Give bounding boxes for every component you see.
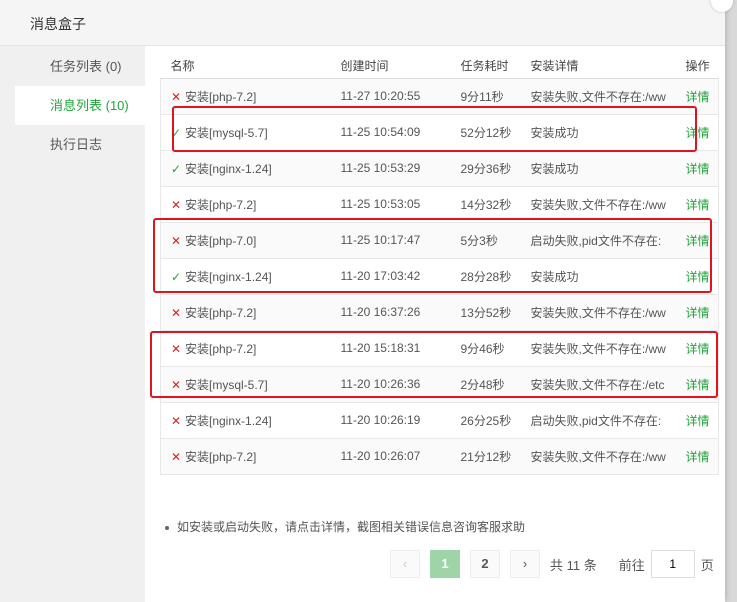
action-cell: 详情 — [675, 438, 719, 475]
page-suffix: 页 — [700, 557, 714, 573]
detail-link[interactable]: 详情 — [686, 90, 710, 104]
column-header-detail: 安装详情 — [520, 46, 676, 79]
prev-page-button[interactable]: ‹ — [390, 550, 420, 578]
created-time-cell: 11-20 10:26:07 — [330, 438, 451, 475]
page-button-1[interactable]: 1 — [430, 550, 460, 578]
task-name: 安装[nginx-1.24] — [185, 413, 272, 428]
detail-link[interactable]: 详情 — [686, 198, 710, 212]
table-header-row: 名称 创建时间 任务耗时 安装详情 操作 — [160, 46, 719, 79]
action-cell: 详情 — [675, 294, 719, 331]
column-header-duration: 任务耗时 — [450, 46, 521, 79]
pagination: ‹ 1 2 › 共 11 条 前往 页 — [390, 550, 720, 578]
success-icon: ✓ — [171, 161, 182, 176]
table-row: ✓ 安装[nginx-1.24] 11-25 10:53:29 29分36秒 安装成功详… — [160, 150, 719, 187]
duration-cell: 29分36秒 — [450, 150, 521, 187]
detail-link[interactable]: 详情 — [686, 306, 710, 320]
created-time-cell: 11-25 10:53:05 — [330, 186, 451, 223]
action-cell: 详情 — [675, 150, 719, 187]
help-note: 如安装或启动失败，请点击详情，截图相关错误信息咨询客服求助 — [165, 518, 525, 535]
task-name: 安装[php-7.2] — [185, 305, 257, 320]
sidebar-item-tasks[interactable]: 任务列表 (0) — [0, 47, 145, 86]
task-name-cell: ✓ 安装[nginx-1.24] — [160, 150, 331, 187]
install-detail-cell: 启动失败,pid文件不存在: — [520, 402, 676, 439]
task-name: 安装[php-7.2] — [185, 197, 257, 212]
goto-page-input[interactable] — [650, 550, 695, 578]
task-name-cell: ✕ 安装[php-7.2] — [160, 186, 331, 223]
column-header-name: 名称 — [160, 46, 331, 79]
dialog-title: 消息盒子 — [0, 0, 725, 46]
detail-link[interactable]: 详情 — [686, 414, 710, 428]
help-note-text: 如安装或启动失败，请点击详情，截图相关错误信息咨询客服求助 — [177, 520, 526, 534]
table-row: ✕ 安装[nginx-1.24] 11-20 10:26:19 26分25秒 启动失败,… — [160, 402, 719, 439]
fail-icon: ✕ — [171, 89, 182, 104]
created-time-cell: 11-25 10:53:29 — [330, 150, 451, 187]
page-button-2[interactable]: 2 — [470, 550, 500, 578]
sidebar-item-logs[interactable]: 执行日志 — [0, 125, 145, 164]
table-row: ✕ 安装[php-7.2] 11-20 10:26:07 21分12秒 安装失败,文件不… — [160, 438, 719, 475]
table-row: ✕ 安装[php-7.2] 11-25 10:53:05 14分32秒 安装失败,文件不… — [160, 186, 719, 223]
created-time-cell: 11-20 10:26:19 — [330, 402, 451, 439]
highlight-box — [153, 218, 712, 293]
bullet-icon — [165, 525, 169, 530]
sidebar-item-messages[interactable]: 消息列表 (10) — [15, 86, 145, 125]
fail-icon: ✕ — [171, 413, 182, 428]
install-detail-cell: 安装成功 — [520, 150, 676, 187]
action-cell: 详情 — [675, 402, 719, 439]
duration-cell: 21分12秒 — [450, 438, 521, 475]
sidebar: 任务列表 (0) 消息列表 (10) 执行日志 — [0, 46, 145, 602]
fail-icon: ✕ — [171, 305, 182, 320]
task-name-cell: ✕ 安装[nginx-1.24] — [160, 402, 331, 439]
task-name: 安装[php-7.2] — [185, 89, 257, 104]
task-name: 安装[php-7.2] — [185, 449, 257, 464]
duration-cell: 13分52秒 — [450, 294, 521, 331]
task-name: 安装[nginx-1.24] — [185, 161, 272, 176]
message-box-dialog: 消息盒子 任务列表 (0) 消息列表 (10) 执行日志 名称 创建时间 任务耗… — [0, 0, 733, 602]
task-name-cell: ✕ 安装[php-7.2] — [160, 294, 331, 331]
task-name-cell: ✕ 安装[php-7.2] — [160, 438, 331, 475]
fail-icon: ✕ — [171, 197, 182, 212]
column-header-created: 创建时间 — [330, 46, 451, 79]
action-cell: 详情 — [675, 186, 719, 223]
total-count: 共 11 条 — [550, 557, 597, 573]
created-time-cell: 11-20 16:37:26 — [330, 294, 451, 331]
column-header-action: 操作 — [675, 46, 719, 79]
install-detail-cell: 安装失败,文件不存在:/ww — [520, 186, 676, 223]
goto-label: 前往 — [618, 557, 645, 573]
next-page-button[interactable]: › — [510, 550, 540, 578]
install-detail-cell: 安装失败,文件不存在:/ww — [520, 438, 676, 475]
install-detail-cell: 安装失败,文件不存在:/ww — [520, 294, 676, 331]
detail-link[interactable]: 详情 — [686, 162, 710, 176]
table-row: ✕ 安装[php-7.2] 11-20 16:37:26 13分52秒 安装失败,文件不… — [160, 294, 719, 331]
duration-cell: 14分32秒 — [450, 186, 521, 223]
fail-icon: ✕ — [171, 449, 182, 464]
highlight-box — [150, 331, 718, 398]
detail-link[interactable]: 详情 — [686, 450, 710, 464]
duration-cell: 26分25秒 — [450, 402, 521, 439]
highlight-box — [172, 106, 697, 152]
